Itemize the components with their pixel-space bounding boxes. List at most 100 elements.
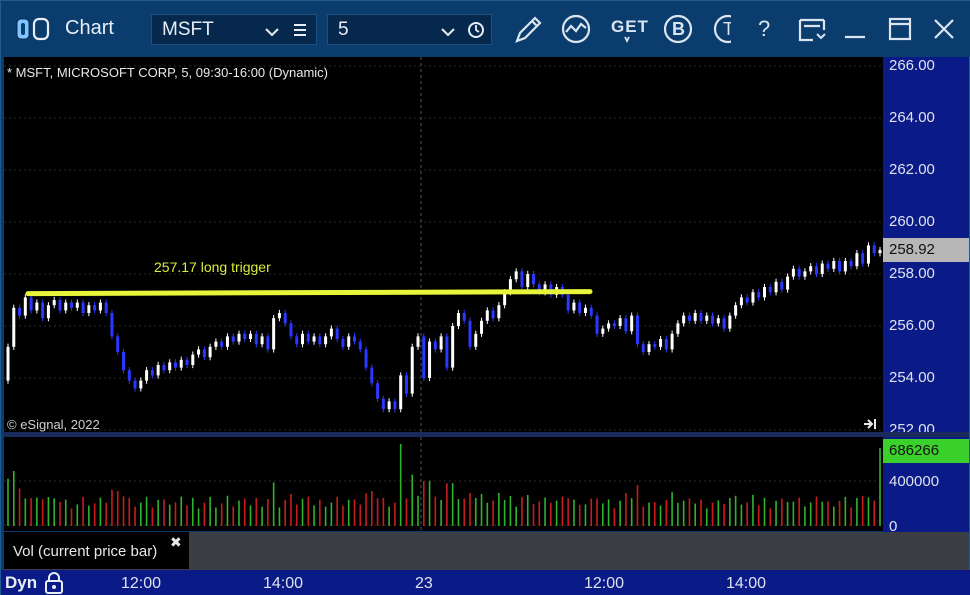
- price-gridlines: [4, 65, 883, 431]
- volume-bar: [804, 506, 806, 526]
- candle-body: [6, 346, 10, 381]
- volume-bar: [746, 502, 748, 526]
- lock-icon[interactable]: [43, 571, 65, 595]
- candle-body: [260, 336, 264, 345]
- volume-bar: [734, 495, 737, 526]
- candle-body: [41, 302, 45, 319]
- volume-bar: [630, 498, 633, 526]
- volume-bar: [359, 504, 362, 526]
- scroll-to-end-icon[interactable]: [864, 419, 876, 429]
- candle-body: [93, 305, 97, 311]
- volume-pane[interactable]: [4, 437, 883, 531]
- help-label[interactable]: ?: [758, 16, 770, 42]
- symbol-combo[interactable]: MSFT: [151, 14, 317, 45]
- candle-body: [64, 302, 68, 311]
- candle-body: [514, 271, 518, 280]
- candle-body: [173, 362, 177, 368]
- interval-value[interactable]: 5: [338, 19, 349, 41]
- chevron-down-icon[interactable]: [440, 23, 456, 45]
- volume-bar: [873, 500, 876, 526]
- volume-bar: [226, 495, 229, 526]
- volume-bar: [665, 499, 668, 526]
- candle-body: [589, 307, 593, 316]
- volume-bar: [261, 506, 263, 526]
- candle-body: [433, 341, 437, 350]
- last-price-badge: 258.92: [883, 238, 969, 262]
- candle-body: [687, 315, 691, 321]
- help-icon[interactable]: ?: [753, 11, 787, 47]
- volume-bar: [59, 501, 61, 526]
- volume-study-label[interactable]: Vol (current price bar) ✖: [4, 532, 189, 569]
- candle-body: [814, 266, 818, 274]
- save-icon[interactable]: [795, 11, 829, 47]
- t-icon[interactable]: T: [711, 11, 731, 47]
- candle-body: [301, 333, 305, 345]
- volume-bar: [509, 496, 512, 526]
- clock-icon[interactable]: [467, 21, 485, 45]
- chevron-down-icon[interactable]: [264, 23, 280, 45]
- candle-body: [705, 315, 709, 321]
- minimize-icon[interactable]: [839, 11, 873, 47]
- interval-combo[interactable]: 5: [327, 14, 492, 45]
- time-tick: 12:00: [121, 575, 162, 592]
- price-chart-pane[interactable]: 257.17 long trigger * MSFT, MICROSOFT CO…: [4, 57, 883, 432]
- volume-bar: [561, 496, 564, 526]
- candle-body: [70, 302, 74, 308]
- volume-bar: [567, 498, 569, 526]
- volume-bar: [700, 499, 702, 526]
- pane-separator[interactable]: [4, 432, 969, 437]
- volume-bar: [301, 498, 304, 526]
- symbol-value[interactable]: MSFT: [162, 19, 214, 41]
- volume-bar: [815, 496, 818, 526]
- volume-bar: [324, 506, 327, 526]
- link-icon[interactable]: [15, 16, 53, 42]
- volume-bar: [272, 482, 275, 526]
- maximize-icon[interactable]: [883, 11, 917, 47]
- t-label[interactable]: T: [723, 19, 731, 40]
- candle-body: [202, 349, 206, 358]
- price-axis[interactable]: 266.00 264.00 262.00 260.00 258.00 256.00 254.…: [883, 57, 969, 535]
- volume-bar: [243, 498, 246, 526]
- volume-bar: [850, 507, 852, 526]
- volume-bar: [88, 505, 90, 526]
- candle-body: [110, 313, 114, 337]
- volume-bar: [290, 494, 292, 526]
- volume-bar: [434, 496, 437, 526]
- volume-bar: [879, 448, 881, 526]
- candle-body: [780, 281, 784, 290]
- volume-bar: [861, 495, 864, 526]
- get-icon[interactable]: GET: [607, 11, 648, 47]
- volume-bar: [619, 500, 621, 526]
- candle-body: [849, 261, 853, 267]
- close-icon[interactable]: [927, 11, 961, 47]
- b-label[interactable]: B: [672, 19, 685, 40]
- candle-body: [757, 292, 761, 298]
- candle-body: [312, 336, 316, 342]
- volume-bar: [573, 499, 575, 526]
- close-study-icon[interactable]: ✖: [170, 534, 182, 551]
- volume-svg[interactable]: [4, 437, 883, 531]
- candle-body: [693, 313, 697, 321]
- candle-body: [722, 318, 726, 329]
- pencil-icon[interactable]: [511, 11, 545, 47]
- volume-last-value: 686266: [889, 442, 940, 459]
- dynamic-label[interactable]: Dyn: [5, 573, 37, 593]
- volume-bar: [723, 503, 725, 526]
- volume-bar: [24, 498, 27, 526]
- volume-bar: [70, 508, 73, 526]
- study-icon[interactable]: [559, 11, 593, 47]
- menu-lines-icon[interactable]: [292, 22, 308, 44]
- b-icon[interactable]: B: [661, 11, 695, 47]
- candle-body: [127, 370, 131, 381]
- volume-bar: [342, 505, 344, 526]
- volume-bar: [492, 500, 494, 526]
- volume-bar: [134, 506, 136, 526]
- trigger-line[interactable]: [25, 289, 593, 297]
- volume-bar: [705, 508, 708, 526]
- time-axis[interactable]: Dyn 12:00 14:00 23 12:00 14:00: [1, 570, 970, 595]
- annotation-label[interactable]: 257.17 long trigger: [154, 259, 271, 275]
- candle-body: [595, 315, 599, 334]
- candle-body: [23, 297, 27, 316]
- candle-body: [179, 359, 183, 368]
- price-chart-svg[interactable]: 257.17 long trigger * MSFT, MICROSOFT CO…: [4, 57, 883, 432]
